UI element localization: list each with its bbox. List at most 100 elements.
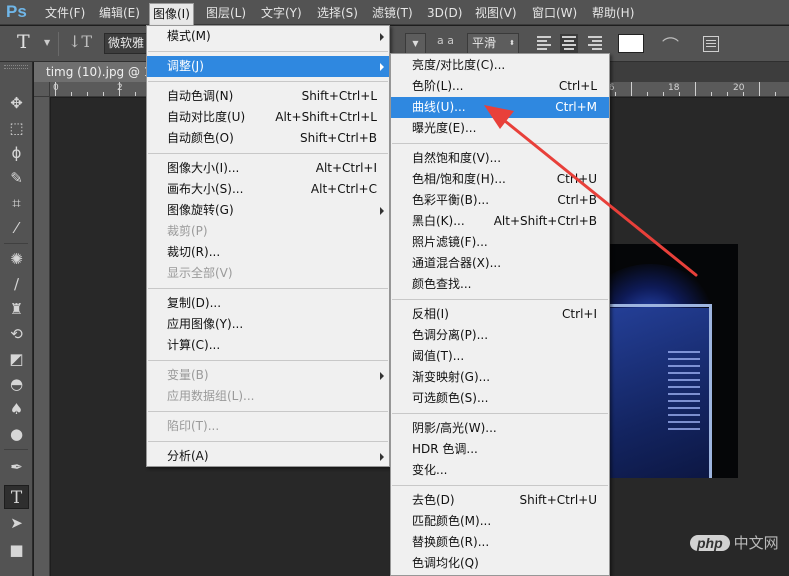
menu-view[interactable]: 视图(V): [472, 4, 520, 22]
panel-grip[interactable]: [4, 65, 28, 69]
clone-stamp-tool-icon[interactable]: ♜: [4, 297, 29, 321]
adjust-menu-item[interactable]: 阈值(T)...: [391, 346, 609, 367]
adjust-menu-item[interactable]: 变化...: [391, 460, 609, 481]
adjust-menu-item-label: 色阶(L)...: [412, 79, 464, 93]
image-menu-item[interactable]: 分析(A): [147, 446, 389, 467]
image-menu: 模式(M) 调整(J) 自动色调(N) Shift+Ctrl+L 自动对比度(U) Alt…: [146, 25, 390, 467]
annotation-arrow: [484, 105, 698, 277]
adjust-menu-item[interactable]: 反相(I) Ctrl+I: [391, 304, 609, 325]
vertical-ruler[interactable]: [34, 97, 50, 576]
options-divider: [58, 32, 59, 56]
type-tool-icon[interactable]: T: [17, 31, 30, 53]
adjust-menu-item[interactable]: 匹配颜色(M)...: [391, 511, 609, 532]
adjust-menu-item[interactable]: 色调分离(P)...: [391, 325, 609, 346]
menu-edit[interactable]: 编辑(E): [96, 4, 143, 22]
paint-bucket-tool-icon[interactable]: ◓: [4, 372, 29, 396]
image-menu-item-label: 画布大小(S)...: [167, 182, 244, 196]
image-menu-item[interactable]: 自动色调(N) Shift+Ctrl+L: [147, 86, 389, 107]
eyedropper-tool-icon[interactable]: ⁄: [4, 216, 29, 240]
image-menu-item[interactable]: 应用图像(Y)...: [147, 314, 389, 335]
path-selection-tool-icon[interactable]: ➤: [4, 511, 29, 535]
adjust-menu-item-shortcut: Shift+Ctrl+U: [519, 493, 597, 507]
marquee-tool-icon[interactable]: ⬚: [4, 116, 29, 140]
adjust-menu-item[interactable]: 亮度/对比度(C)...: [391, 55, 609, 76]
image-menu-item[interactable]: 裁切(R)...: [147, 242, 389, 263]
adjust-menu-item[interactable]: HDR 色调...: [391, 439, 609, 460]
image-menu-item-label: 自动颜色(O): [167, 131, 234, 145]
character-panel-icon[interactable]: [703, 36, 719, 52]
adjust-menu-item[interactable]: 色阶(L)... Ctrl+L: [391, 76, 609, 97]
image-menu-item[interactable]: 自动对比度(U) Alt+Shift+Ctrl+L: [147, 107, 389, 128]
artwork-text-lines: [668, 346, 700, 435]
adjust-menu-item-label: 颜色查找...: [412, 277, 472, 291]
ruler-origin[interactable]: [34, 82, 50, 97]
history-brush-tool-icon[interactable]: ⟲: [4, 322, 29, 346]
ruler-tick: [759, 82, 760, 96]
menu-separator: [148, 411, 388, 412]
blur-tool-icon[interactable]: ♠: [4, 397, 29, 421]
menu-separator: [392, 485, 608, 486]
menu-window[interactable]: 窗口(W): [529, 4, 580, 22]
antialias-icon: a a: [437, 34, 454, 47]
dodge-tool-icon[interactable]: ●: [4, 422, 29, 446]
menu-select[interactable]: 选择(S): [314, 4, 361, 22]
lasso-tool-icon[interactable]: ϕ: [4, 141, 29, 165]
image-menu-item[interactable]: 画布大小(S)... Alt+Ctrl+C: [147, 179, 389, 200]
adjust-menu-item[interactable]: 阴影/高光(W)...: [391, 418, 609, 439]
quick-select-tool-icon[interactable]: ✎: [4, 166, 29, 190]
menu-type[interactable]: 文字(Y): [258, 4, 305, 22]
image-menu-item[interactable]: 自动颜色(O) Shift+Ctrl+B: [147, 128, 389, 149]
image-menu-item[interactable]: 模式(M): [147, 26, 389, 47]
menu-help[interactable]: 帮助(H): [589, 4, 637, 22]
ruler-label: 18: [668, 83, 680, 93]
tool-preset-caret-icon[interactable]: ▼: [44, 38, 50, 47]
adjust-menu-item-shortcut: Ctrl+I: [562, 307, 597, 321]
ruler-tick: [727, 92, 728, 96]
font-family-select[interactable]: 微软雅: [104, 33, 148, 54]
text-color-swatch[interactable]: [618, 34, 644, 53]
image-menu-item-label: 调整(J): [167, 59, 204, 73]
pen-tool-icon[interactable]: ✒: [4, 455, 29, 479]
adjust-menu-item[interactable]: 色调均化(Q): [391, 553, 609, 574]
font-size-dropdown-icon[interactable]: ▼: [405, 33, 426, 54]
adjust-menu-item[interactable]: 去色(D) Shift+Ctrl+U: [391, 490, 609, 511]
menu-file[interactable]: 文件(F): [42, 4, 88, 22]
crop-tool-icon[interactable]: ⌗: [4, 191, 29, 215]
tools-divider: [4, 449, 28, 450]
menu-layer[interactable]: 图层(L): [203, 4, 249, 22]
image-menu-item[interactable]: 复制(D)...: [147, 293, 389, 314]
align-left-icon[interactable]: [537, 34, 555, 54]
type-tool-icon[interactable]: T: [4, 485, 29, 509]
submenu-arrow-icon: [380, 372, 384, 380]
align-right-icon[interactable]: [584, 34, 602, 54]
tools-panel: ✥ ⬚ ϕ ✎ ⌗ ⁄ ✺ ∕ ♜ ⟲ ◩ ◓ ♠ ● ✒ T ➤ ■: [0, 62, 33, 576]
eraser-tool-icon[interactable]: ◩: [4, 347, 29, 371]
menu-separator: [148, 360, 388, 361]
adjust-menu-item-label: 色调均化(Q): [412, 556, 479, 570]
watermark-text: 中文网: [733, 535, 779, 552]
menu-3d[interactable]: 3D(D): [424, 4, 465, 22]
adjust-menu-item[interactable]: 替换颜色(R)...: [391, 532, 609, 553]
ruler-tick: [103, 92, 104, 96]
warp-text-icon[interactable]: ⌒: [662, 32, 679, 57]
adjust-menu-item[interactable]: 渐变映射(G)...: [391, 367, 609, 388]
align-center-icon[interactable]: [560, 34, 578, 54]
healing-brush-tool-icon[interactable]: ✺: [4, 247, 29, 271]
image-menu-item-label: 计算(C)...: [167, 338, 221, 352]
menu-filter[interactable]: 滤镜(T): [369, 4, 416, 22]
antialias-select[interactable]: 平滑 ⬍: [467, 33, 519, 54]
move-tool-icon[interactable]: ✥: [4, 91, 29, 115]
image-menu-item[interactable]: 图像大小(I)... Alt+Ctrl+I: [147, 158, 389, 179]
image-menu-item[interactable]: 调整(J): [147, 56, 389, 77]
toggle-orientation-icon[interactable]: ↓T: [68, 32, 92, 51]
adjust-menu-item[interactable]: 可选颜色(S)...: [391, 388, 609, 409]
image-menu-item-label: 陷印(T)...: [167, 419, 220, 433]
adjust-menu-item-label: 曝光度(E)...: [412, 121, 477, 135]
image-menu-item-label: 显示全部(V): [167, 266, 233, 280]
image-menu-item-shortcut: Alt+Ctrl+C: [310, 182, 377, 196]
rectangle-tool-icon[interactable]: ■: [4, 538, 29, 562]
image-menu-item[interactable]: 计算(C)...: [147, 335, 389, 356]
image-menu-item[interactable]: 图像旋转(G): [147, 200, 389, 221]
brush-tool-icon[interactable]: ∕: [4, 272, 29, 296]
menu-image[interactable]: 图像(I): [149, 3, 194, 25]
